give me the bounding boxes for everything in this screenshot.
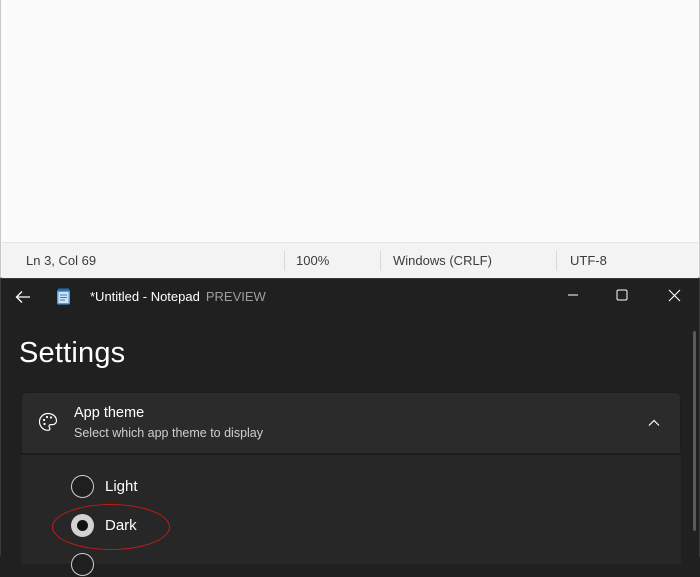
preview-label: PREVIEW	[205, 289, 266, 304]
maximize-button[interactable]	[599, 279, 645, 311]
back-arrow-icon	[15, 291, 30, 303]
line-ending-status[interactable]: Windows (CRLF)	[393, 243, 492, 278]
chevron-up-icon	[648, 419, 660, 426]
window-title: *Untitled - Notepad PREVIEW	[90, 279, 266, 315]
document-title: *Untitled - Notepad	[90, 289, 200, 304]
page-title: Settings	[19, 337, 126, 369]
status-bar: Ln 3, Col 69 100% Windows (CRLF) UTF-8	[2, 242, 698, 278]
light-notepad-window: Ln 3, Col 69 100% Windows (CRLF) UTF-8	[0, 0, 700, 278]
close-icon	[668, 289, 680, 301]
minimize-icon	[568, 294, 578, 296]
encoding-status[interactable]: UTF-8	[570, 243, 607, 278]
cursor-position-status: Ln 3, Col 69	[26, 253, 97, 268]
close-button[interactable]	[651, 279, 697, 311]
back-button[interactable]	[9, 285, 37, 309]
status-divider	[284, 251, 285, 271]
maximize-icon	[616, 289, 628, 301]
app-theme-expander[interactable]: App theme Select which app theme to disp…	[21, 392, 681, 454]
dark-notepad-settings-window: *Untitled - Notepad PREVIEW Settings App…	[0, 278, 700, 576]
theme-option-system[interactable]	[71, 551, 94, 577]
palette-icon	[38, 412, 58, 431]
scrollbar[interactable]	[693, 331, 696, 531]
notepad-app-icon	[57, 288, 70, 305]
status-divider	[380, 251, 381, 271]
status-divider	[556, 251, 557, 271]
radio-button-light[interactable]	[71, 474, 94, 498]
title-bar: *Untitled - Notepad PREVIEW	[1, 279, 700, 315]
theme-option-light[interactable]: Light	[71, 473, 138, 499]
collapse-button[interactable]	[642, 413, 666, 433]
red-highlight-annotation	[52, 504, 170, 550]
radio-label-light: Light	[105, 477, 138, 495]
minimize-button[interactable]	[550, 279, 596, 311]
app-theme-subtitle: Select which app theme to display	[74, 426, 263, 440]
zoom-status[interactable]: 100%	[296, 243, 329, 278]
text-editor-area[interactable]	[2, 0, 698, 242]
app-theme-title: App theme	[74, 405, 145, 421]
